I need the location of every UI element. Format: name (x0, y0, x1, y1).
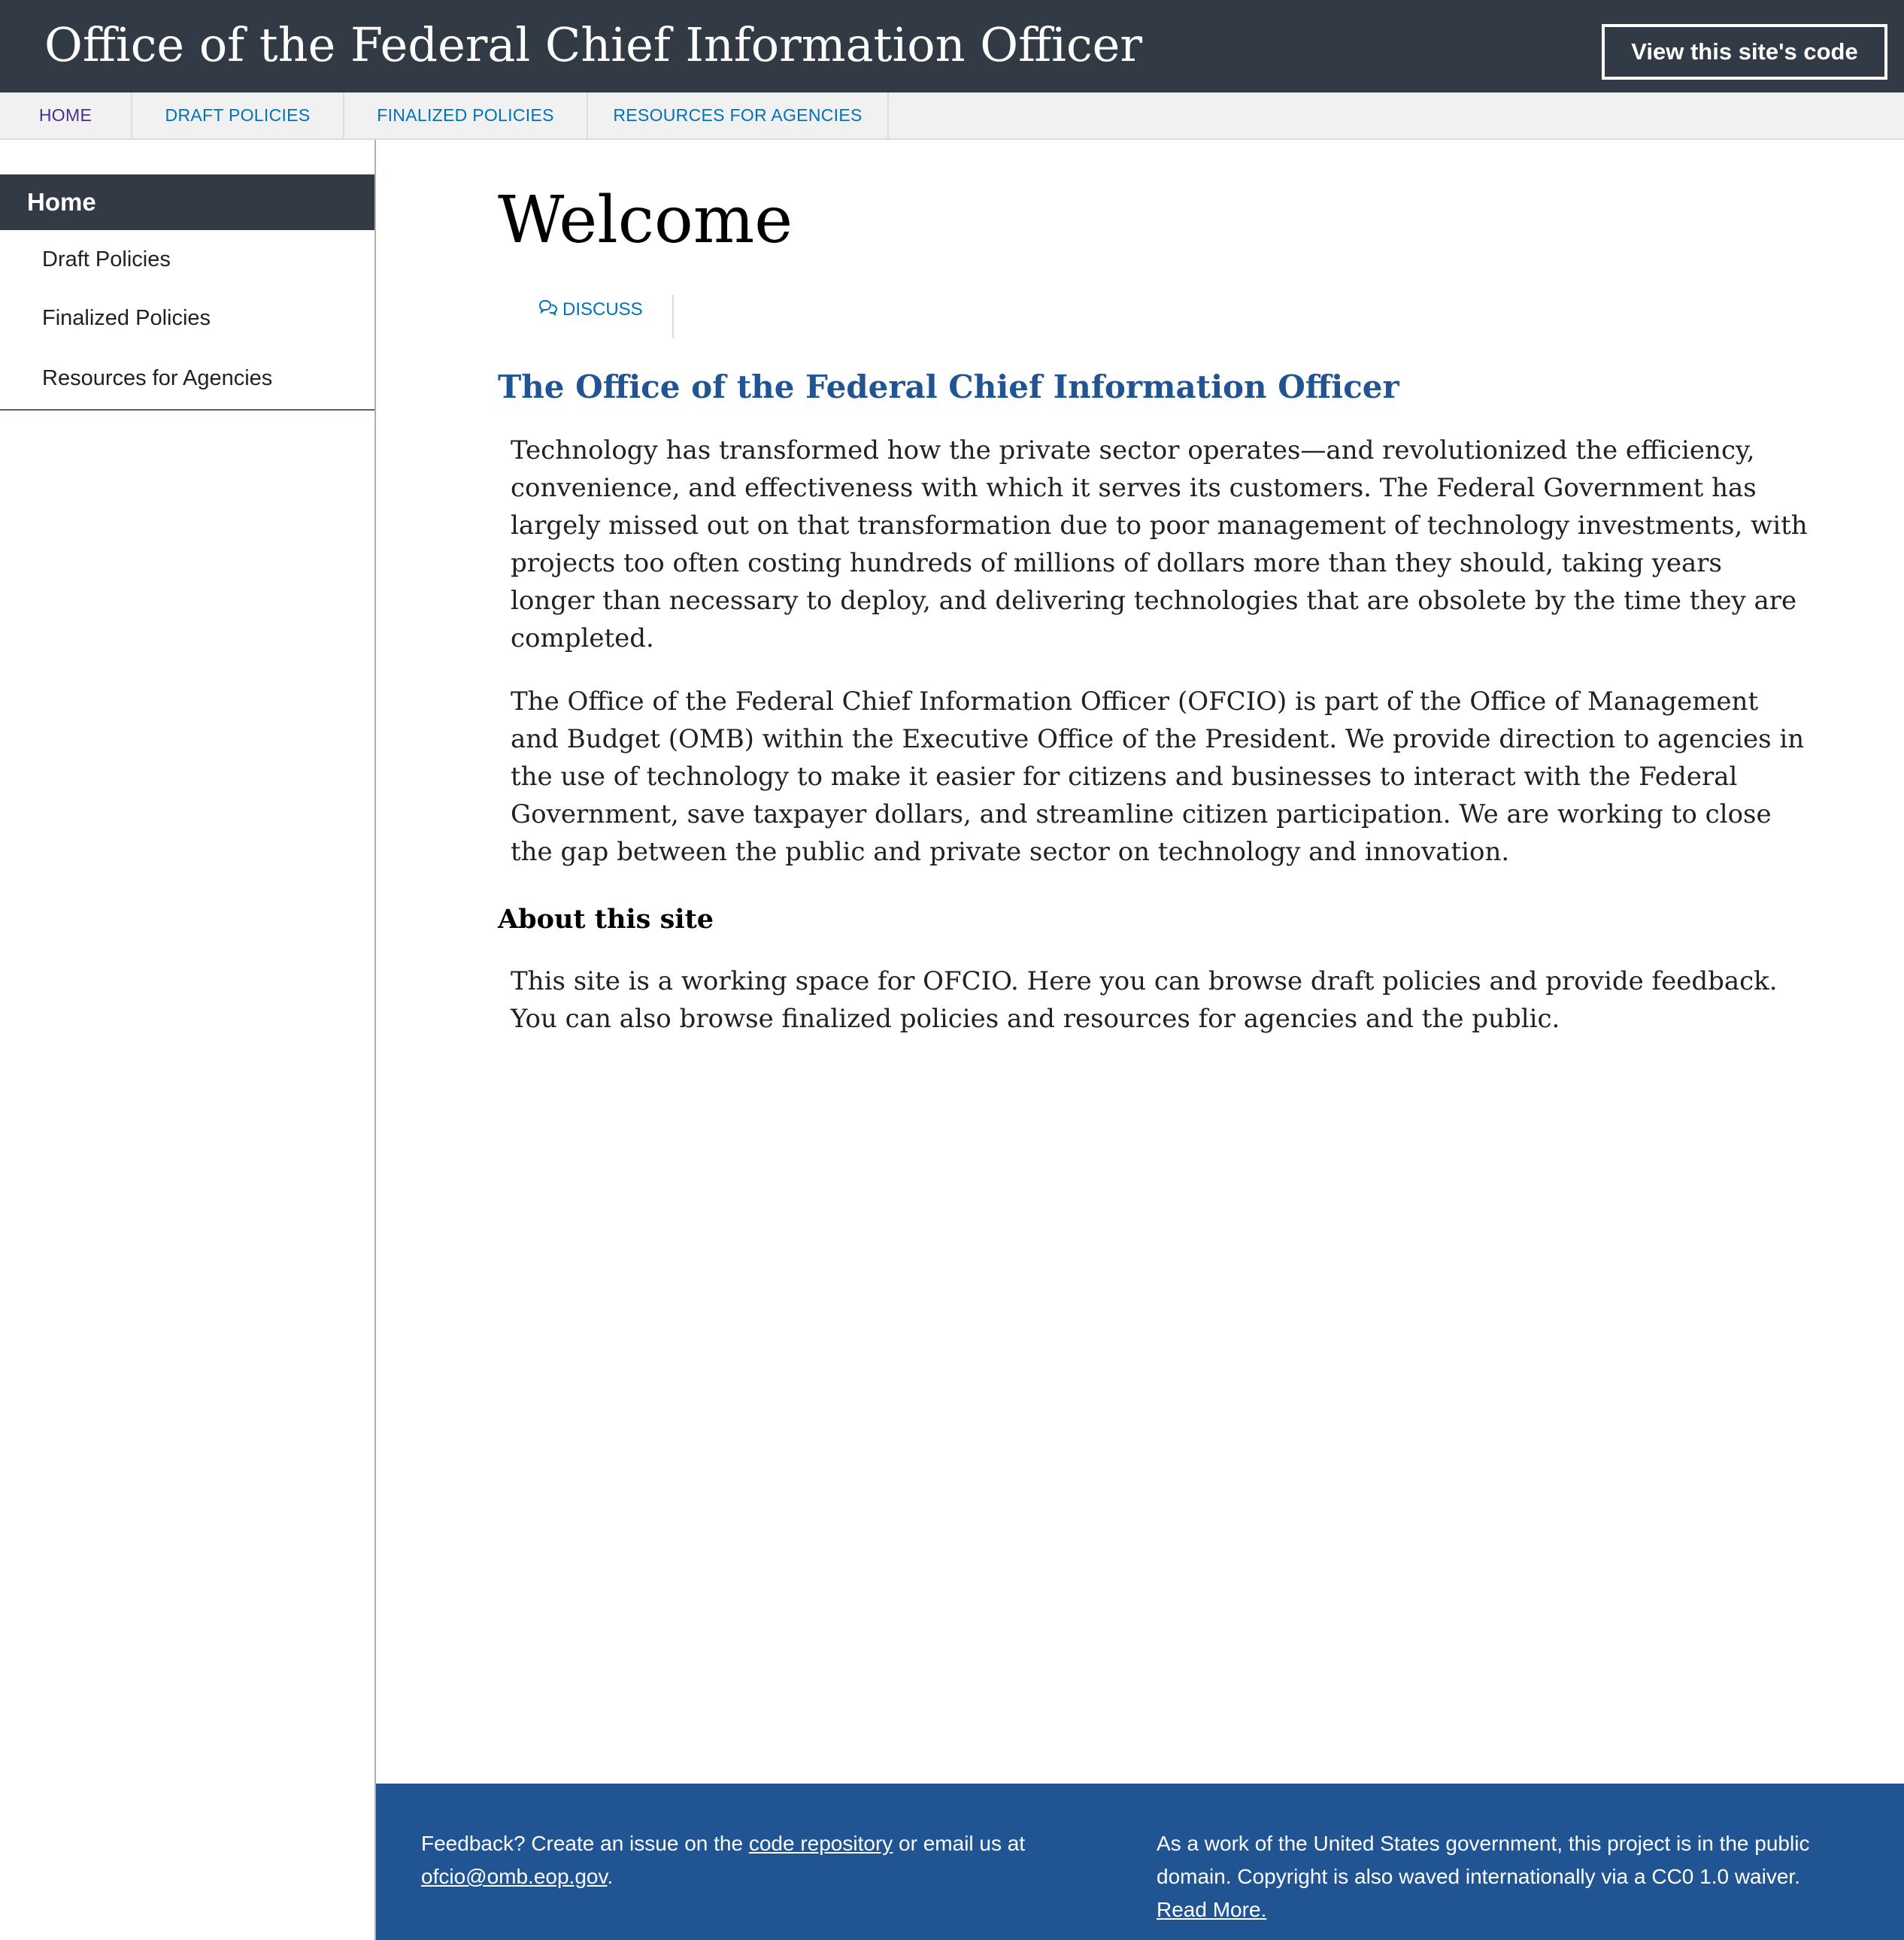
sidebar-list: Home Draft Policies Finalized Policies R… (0, 174, 374, 411)
discuss-label: DISCUSS (562, 299, 643, 320)
footer-feedback-middle: or email us at (893, 1832, 1026, 1855)
footer-feedback: Feedback? Create an issue on the code re… (421, 1827, 1098, 1893)
top-nav-item-finalized-policies[interactable]: FINALIZED POLICIES (344, 92, 588, 138)
page-title: Welcome (498, 183, 793, 258)
intro-paragraph: Technology has transformed how the priva… (511, 435, 1808, 653)
top-nav-item-home[interactable]: HOME (0, 92, 132, 138)
top-nav: HOME DRAFT POLICIES FINALIZED POLICIES R… (0, 92, 1904, 140)
top-nav-item-draft-policies[interactable]: DRAFT POLICIES (132, 92, 344, 138)
sidebar-item-home[interactable]: Home (0, 174, 374, 230)
section-heading: The Office of the Federal Chief Informat… (498, 368, 1399, 405)
page: Office of the Federal Chief Information … (0, 0, 1904, 1940)
email-link[interactable]: ofcio@omb.eop.gov (421, 1865, 607, 1888)
footer-license-text: As a work of the United States governmen… (1157, 1832, 1810, 1888)
footer: Feedback? Create an issue on the code re… (376, 1784, 1904, 1940)
sidebar-item-resources-for-agencies[interactable]: Resources for Agencies (0, 347, 374, 409)
discuss-link[interactable]: DISCUSS (538, 295, 643, 325)
main-content: Welcome DISCUSS The Office of the Federa… (376, 140, 1904, 1784)
footer-license: As a work of the United States governmen… (1157, 1827, 1878, 1926)
code-repository-link[interactable]: code repository (749, 1832, 893, 1855)
speech-bubbles-icon (538, 299, 558, 321)
sidebar-item-finalized-policies[interactable]: Finalized Policies (0, 289, 374, 347)
sidebar: Home Draft Policies Finalized Policies R… (0, 140, 376, 1940)
site-title[interactable]: Office of the Federal Chief Information … (44, 14, 1142, 77)
view-code-button[interactable]: View this site's code (1602, 24, 1887, 80)
about-paragraph: This site is a working space for OFCIO. … (511, 966, 1778, 1034)
top-nav-item-resources-for-agencies[interactable]: RESOURCES FOR AGENCIES (588, 92, 889, 138)
sidebar-item-draft-policies[interactable]: Draft Policies (0, 230, 374, 289)
discuss-divider (672, 295, 674, 338)
about-heading: About this site (498, 904, 714, 935)
ofcio-paragraph: The Office of the Federal Chief Informat… (511, 687, 1805, 867)
read-more-link[interactable]: Read More. (1157, 1898, 1266, 1921)
site-header: Office of the Federal Chief Information … (0, 0, 1904, 92)
footer-feedback-prefix: Feedback? Create an issue on the (421, 1832, 749, 1855)
footer-feedback-suffix: . (607, 1865, 614, 1888)
